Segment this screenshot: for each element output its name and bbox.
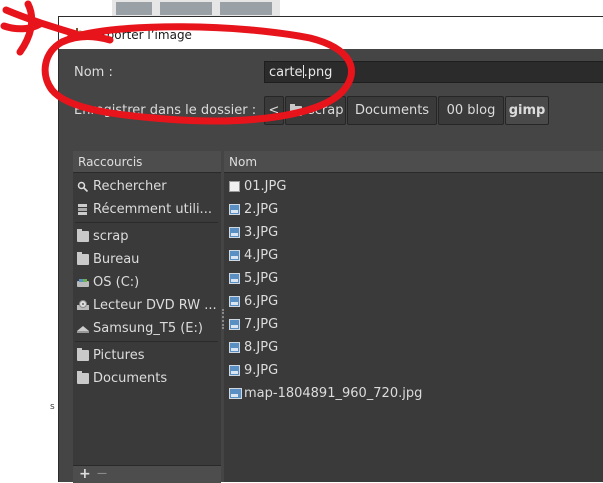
gimp-app-icon [75, 28, 85, 40]
place-label: Rechercher [93, 179, 167, 194]
place-scrap[interactable]: scrap [73, 225, 220, 248]
crumb-label: Documents [354, 103, 430, 118]
file-row[interactable]: 01.JPG [224, 175, 603, 198]
place-search[interactable]: Rechercher [73, 175, 220, 198]
file-row[interactable]: 7.JPG [224, 313, 603, 336]
file-row[interactable]: map-1804891_960_720.jpg [224, 382, 603, 405]
file-row[interactable]: 8.JPG [224, 336, 603, 359]
file-name: map-1804891_960_720.jpg [244, 386, 423, 401]
image-icon [229, 296, 240, 307]
folder-icon [77, 229, 89, 242]
crumb-label: 00 blog [446, 103, 496, 118]
image-icon [229, 273, 240, 284]
file-name: 4.JPG [244, 248, 279, 263]
search-icon [77, 181, 89, 192]
place-label: Lecteur DVD RW ... [93, 298, 217, 313]
crumb-label: gimp [508, 103, 546, 118]
image-icon [229, 250, 240, 261]
file-name: 9.JPG [244, 363, 279, 378]
sidebar-separator [75, 341, 218, 342]
place-documents[interactable]: Documents [73, 367, 220, 390]
document-icon [229, 181, 240, 192]
thumbnail [160, 2, 212, 15]
folder-icon [77, 348, 89, 361]
crumb-gimp[interactable]: gimp [505, 96, 549, 125]
image-icon [229, 365, 240, 376]
file-row[interactable]: 9.JPG [224, 359, 603, 382]
folder-icon [77, 371, 89, 384]
file-row[interactable]: 6.JPG [224, 290, 603, 313]
drive-icon [77, 279, 89, 287]
image-icon [229, 204, 240, 215]
add-bookmark-button[interactable]: + [79, 466, 91, 482]
crumb-scrap[interactable]: scrap [285, 96, 346, 125]
places-sidebar: Raccourcis Rechercher Récemment utili...… [73, 151, 221, 465]
places-toolbar: + — [73, 465, 221, 483]
file-name: 01.JPG [244, 179, 287, 194]
place-dvd-drive[interactable]: Lecteur DVD RW ... [73, 294, 220, 317]
chevron-left-icon: < [268, 103, 280, 118]
file-name: 7.JPG [244, 317, 279, 332]
place-label: Récemment utili... [93, 202, 212, 217]
image-icon [229, 227, 240, 238]
recent-icon [78, 204, 87, 215]
save-folder-label: Enregistrer dans le dossier : [74, 103, 257, 118]
place-os-c[interactable]: OS (C:) [73, 271, 220, 294]
place-pictures[interactable]: Pictures [73, 344, 220, 367]
place-label: Bureau [93, 252, 140, 267]
file-list: Nom 01.JPG 2.JPG 3.JPG 4.JPG 5.JPG 6.JPG… [224, 151, 603, 482]
file-row[interactable]: 4.JPG [224, 244, 603, 267]
file-row[interactable]: 2.JPG [224, 198, 603, 221]
remove-bookmark-button[interactable]: — [97, 468, 107, 479]
place-label: Samsung_T5 (E:) [93, 321, 203, 336]
places-header: Raccourcis [73, 151, 221, 173]
thumbnail [220, 2, 272, 15]
image-icon [229, 319, 240, 330]
file-name: 5.JPG [244, 271, 279, 286]
file-name: 2.JPG [244, 202, 279, 217]
place-label: scrap [93, 229, 129, 244]
crumb-documents[interactable]: Documents [347, 96, 437, 125]
filename-input[interactable]: carte.png [264, 61, 603, 83]
place-label: Pictures [93, 348, 145, 363]
image-icon [229, 342, 240, 353]
name-label: Nom : [74, 65, 113, 80]
thumbnail [116, 2, 152, 15]
edge-mark-text: s [50, 402, 55, 412]
folder-icon [77, 252, 89, 265]
folder-icon [290, 104, 302, 116]
external-drive-icon [77, 326, 89, 333]
image-icon [229, 388, 242, 399]
sidebar-separator [75, 222, 218, 223]
dialog-title: Exporter l’image [92, 28, 192, 42]
place-label: Documents [93, 371, 168, 386]
file-list-header-name[interactable]: Nom [224, 151, 603, 173]
file-name: 8.JPG [244, 340, 279, 355]
path-back-button[interactable]: < [264, 96, 284, 125]
file-row[interactable]: 5.JPG [224, 267, 603, 290]
crumb-00-blog[interactable]: 00 blog [438, 96, 504, 125]
title-bar: Exporter l’image [59, 17, 603, 49]
file-row[interactable]: 3.JPG [224, 221, 603, 244]
place-label: OS (C:) [93, 275, 140, 290]
filename-text-after-caret: .png [303, 65, 333, 80]
place-bureau[interactable]: Bureau [73, 248, 220, 271]
crumb-label: scrap [308, 103, 344, 118]
file-name: 6.JPG [244, 294, 279, 309]
place-samsung-t5[interactable]: Samsung_T5 (E:) [73, 317, 220, 340]
place-recent[interactable]: Récemment utili... [73, 198, 220, 221]
filename-text-before-caret: carte [269, 65, 303, 80]
file-name: 3.JPG [244, 225, 279, 240]
optical-drive-icon [77, 300, 89, 310]
export-dialog: Exporter l’image Nom : carte.png Enregis… [58, 16, 603, 483]
